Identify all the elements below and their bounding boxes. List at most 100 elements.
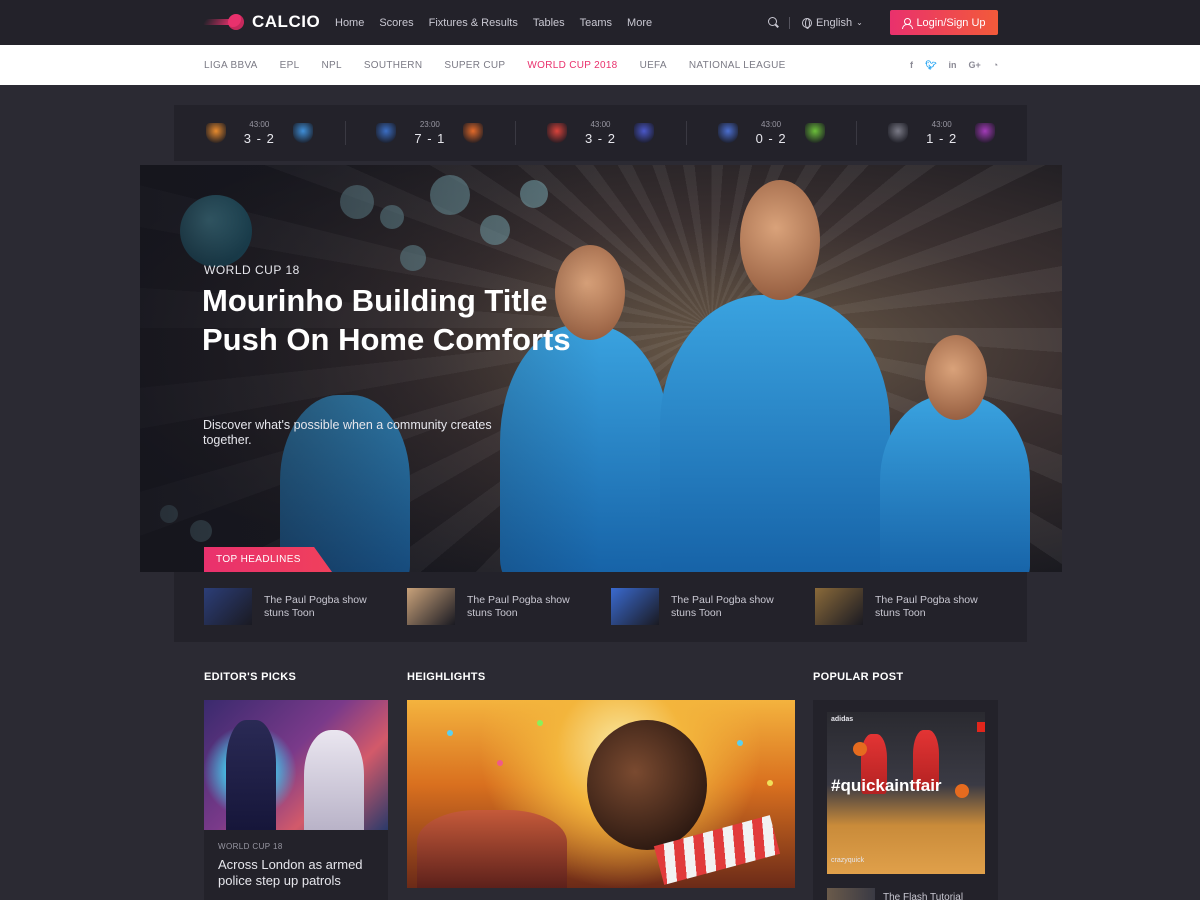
match-score: 1 - 2 [926, 131, 958, 146]
nav-more[interactable]: More [627, 17, 652, 29]
headline-thumbnail [815, 588, 863, 625]
popular-post-card: adidas #quickaintfair crazyquick The Fla… [813, 700, 998, 900]
home-team-crest-icon [376, 123, 397, 143]
home-team-crest-icon [546, 123, 567, 143]
hero-title[interactable]: Mourinho Building Title Push On Home Com… [202, 281, 582, 359]
match-time: 23:00 [419, 120, 440, 129]
editors-picks-heading: EDITOR'S PICKS [204, 671, 297, 683]
away-team-crest-icon [804, 123, 825, 143]
live-scores-strip: 43:00 3 - 2 23:00 7 - 1 43:00 3 - 2 43:0… [174, 105, 1027, 161]
league-liga-bbva[interactable]: LIGA BBVA [204, 60, 258, 71]
league-uefa[interactable]: UEFA [640, 60, 667, 71]
login-label: Login/Sign Up [916, 16, 986, 29]
headline-item[interactable]: The Paul Pogba show stuns Toon [815, 588, 995, 625]
match-score: 3 - 2 [584, 131, 616, 146]
editors-pick-title[interactable]: Across London as armed police step up pa… [218, 857, 374, 889]
league-nav: LIGA BBVA EPL NPL SOUTHERN SUPER CUP WOR… [204, 45, 808, 85]
match-score: 3 - 2 [243, 131, 275, 146]
main-nav: Home Scores Fixtures & Results Tables Te… [335, 0, 667, 45]
logo[interactable]: CALCIO [202, 10, 320, 34]
player-illustration [660, 295, 890, 572]
top-headlines-badge: TOP HEADLINES [204, 547, 332, 572]
headline-thumbnail [407, 588, 455, 625]
linkedin-icon[interactable]: in [948, 60, 956, 70]
basketball-icon [955, 784, 969, 798]
popular-post-credit: crazyquick [831, 857, 865, 864]
headline-text: The Paul Pogba show stuns Toon [467, 594, 570, 619]
match-card[interactable]: 43:00 1 - 2 [856, 105, 1027, 161]
headline-text: The Paul Pogba show stuns Toon [671, 594, 774, 619]
language-label: English [816, 16, 853, 29]
chevron-down-icon: ⌄ [856, 18, 863, 27]
match-card[interactable]: 23:00 7 - 1 [344, 105, 516, 161]
home-team-crest-icon [205, 123, 226, 143]
headline-text: The Paul Pogba show stuns Toon [264, 594, 367, 619]
match-time: 43:00 [761, 120, 782, 129]
headline-item[interactable]: The Paul Pogba show stuns Toon [407, 588, 587, 625]
search-icon[interactable] [768, 17, 779, 28]
hero-category: WORLD CUP 18 [204, 263, 300, 277]
language-selector[interactable]: English ⌄ [802, 17, 863, 29]
match-info: 43:00 1 - 2 [926, 121, 958, 146]
match-score: 7 - 1 [414, 131, 446, 146]
headline-item[interactable]: The Paul Pogba show stuns Toon [204, 588, 384, 625]
match-time: 43:00 [590, 120, 611, 129]
popular-post-thumbnail [827, 888, 875, 900]
league-national-league[interactable]: NATIONAL LEAGUE [689, 60, 786, 71]
divider [789, 16, 790, 29]
nav-tables[interactable]: Tables [533, 17, 565, 29]
headline-thumbnail [204, 588, 252, 625]
league-bar: LIGA BBVA EPL NPL SOUTHERN SUPER CUP WOR… [0, 45, 1200, 85]
hero-description: Discover what's possible when a communit… [203, 418, 492, 447]
ad-badge-icon [977, 722, 985, 732]
league-npl[interactable]: NPL [321, 60, 341, 71]
match-info: 23:00 7 - 1 [414, 120, 446, 146]
twitter-icon[interactable]: 🐦︎ [925, 60, 936, 71]
player-illustration [925, 335, 987, 420]
facebook-icon[interactable]: f [910, 60, 913, 70]
brand-logo-text: adidas [831, 716, 854, 723]
basketball-icon [853, 742, 867, 756]
league-world-cup-2018[interactable]: WORLD CUP 2018 [527, 60, 617, 71]
popular-post-image[interactable]: adidas #quickaintfair crazyquick [827, 712, 985, 874]
player-illustration [880, 395, 1030, 572]
top-bar: CALCIO Home Scores Fixtures & Results Ta… [0, 0, 1200, 45]
match-info: 43:00 3 - 2 [243, 120, 275, 146]
nav-scores[interactable]: Scores [379, 17, 413, 29]
league-southern[interactable]: SOUTHERN [364, 60, 423, 71]
user-icon [902, 17, 914, 29]
league-super-cup[interactable]: SUPER CUP [444, 60, 505, 71]
editors-pick-card[interactable]: WORLD CUP 18 Across London as armed poli… [204, 700, 388, 900]
home-team-crest-icon [888, 123, 909, 143]
headline-thumbnail [611, 588, 659, 625]
login-signup-button[interactable]: Login/Sign Up [890, 10, 998, 35]
editors-pick-image [204, 700, 388, 830]
away-team-crest-icon [463, 123, 484, 143]
match-card[interactable]: 43:00 3 - 2 [515, 105, 686, 161]
match-card[interactable]: 43:00 3 - 2 [174, 105, 345, 161]
google-plus-icon[interactable]: G+ [968, 60, 980, 70]
nav-home[interactable]: Home [335, 17, 364, 29]
popular-post-item[interactable]: The Flash Tutorial [827, 888, 963, 900]
match-info: 43:00 3 - 2 [584, 120, 616, 146]
match-card[interactable]: 43:00 0 - 2 [685, 105, 857, 161]
highlights-heading: HEIGHLIGHTS [407, 671, 486, 683]
away-team-crest-icon [633, 123, 654, 143]
top-right-tools: English ⌄ [768, 0, 863, 45]
highlights-image[interactable] [407, 700, 795, 888]
popular-post-item-title: The Flash Tutorial [883, 892, 964, 900]
home-team-crest-icon [717, 123, 738, 143]
rss-icon[interactable]: ◔ [993, 60, 998, 70]
editors-pick-category: WORLD CUP 18 [218, 842, 283, 851]
nav-fixtures-results[interactable]: Fixtures & Results [429, 17, 518, 29]
player-illustration [740, 180, 820, 300]
headline-text: The Paul Pogba show stuns Toon [875, 594, 978, 619]
popular-post-heading: POPULAR POST [813, 671, 904, 683]
match-time: 43:00 [249, 120, 270, 129]
league-epl[interactable]: EPL [280, 60, 300, 71]
nav-teams[interactable]: Teams [580, 17, 612, 29]
social-links: f 🐦︎ in G+ ◔ [910, 45, 998, 85]
match-score: 0 - 2 [755, 131, 787, 146]
hero-banner[interactable]: WORLD CUP 18 Mourinho Building Title Pus… [140, 165, 1062, 572]
headline-item[interactable]: The Paul Pogba show stuns Toon [611, 588, 791, 625]
